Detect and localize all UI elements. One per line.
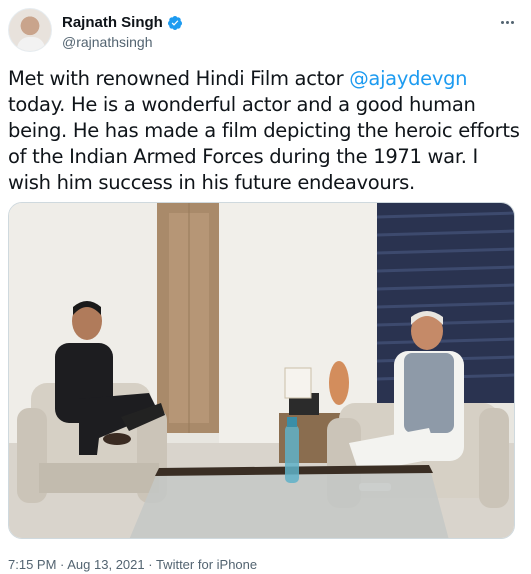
tweet-text-after: today. He is a wonderful actor and a goo…	[8, 93, 520, 194]
author-handle[interactable]: @rajnathsingh	[62, 34, 153, 50]
timestamp-separator: ·	[56, 557, 68, 572]
author-avatar[interactable]	[8, 8, 52, 52]
tweet-text-before: Met with renowned Hindi Film actor	[8, 67, 350, 90]
verified-badge-icon	[167, 15, 182, 30]
tweet-header: Rajnath Singh @rajnathsingh	[8, 8, 523, 56]
mention-link[interactable]: @ajaydevgn	[349, 67, 467, 90]
tweet-photo-illustration	[9, 203, 514, 538]
author-display-name[interactable]: Rajnath Singh	[62, 14, 163, 31]
more-options-icon[interactable]	[495, 12, 519, 32]
tweet-time[interactable]: 7:15 PM	[8, 557, 56, 572]
tweet-timestamp[interactable]: 7:15 PM · Aug 13, 2021 · Twitter for iPh…	[8, 557, 257, 572]
tweet-photo[interactable]	[8, 202, 515, 539]
tweet-text: Met with renowned Hindi Film actor @ajay…	[8, 66, 520, 196]
tweet-date[interactable]: Aug 13, 2021	[67, 557, 144, 572]
author-name-row[interactable]: Rajnath Singh	[62, 14, 183, 31]
tweet-source[interactable]: Twitter for iPhone	[156, 557, 257, 572]
timestamp-separator-2: ·	[144, 557, 156, 572]
